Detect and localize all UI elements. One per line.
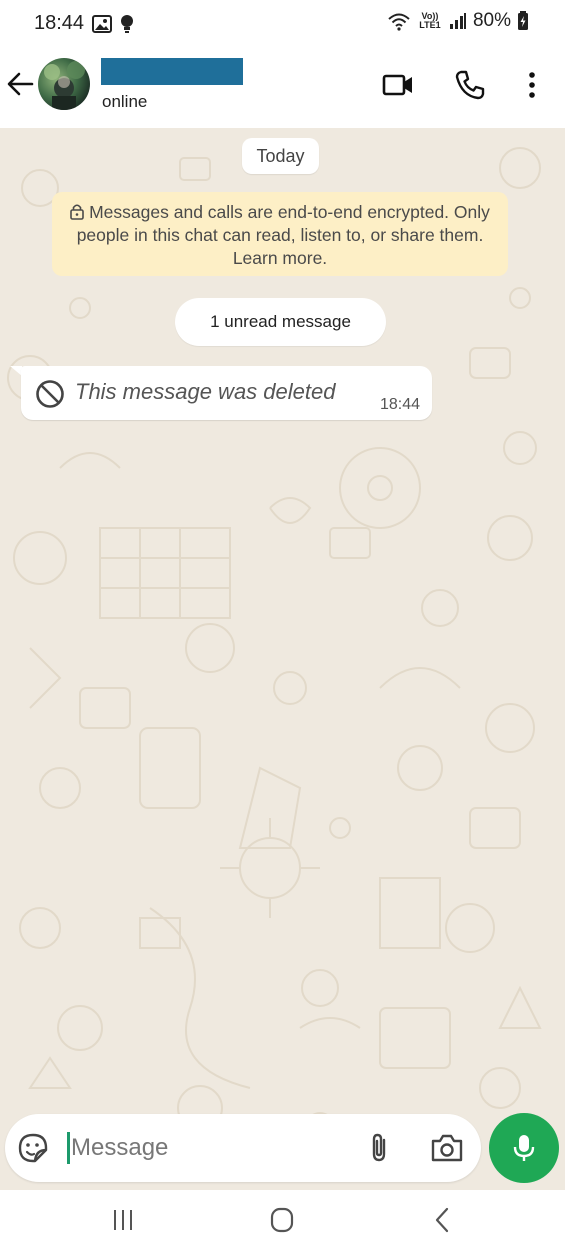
recent-apps-icon[interactable]: [103, 1204, 143, 1236]
message-bubble[interactable]: This message was deleted 18:44: [21, 366, 432, 420]
microphone-button[interactable]: [489, 1113, 559, 1183]
system-nav-bar: [0, 1190, 565, 1252]
avatar-photo: [44, 61, 85, 110]
camera-icon[interactable]: [429, 1131, 465, 1165]
contact-avatar[interactable]: [38, 58, 90, 110]
message-composer: [5, 1114, 481, 1182]
contact-name[interactable]: [101, 58, 243, 85]
status-time: 18:44: [34, 12, 85, 34]
unread-messages-chip: 1 unread message: [175, 298, 386, 346]
battery-percent: 80%: [472, 10, 511, 31]
gallery-notification-icon: [92, 15, 112, 33]
chat-header: online: [0, 48, 565, 128]
chat-wallpaper: [7, 147, 542, 1175]
message-time: 18:44: [379, 396, 420, 413]
date-chip: Today: [242, 138, 319, 174]
message-input[interactable]: [71, 1128, 351, 1168]
contact-status: online: [102, 92, 148, 111]
battery-charging-icon: [518, 11, 528, 30]
encryption-notice-text: Messages and calls are end-to-end encryp…: [76, 202, 490, 268]
sticker-icon[interactable]: [17, 1132, 49, 1164]
bulb-notification-icon: [121, 15, 133, 33]
microphone-icon: [513, 1135, 535, 1161]
video-call-icon[interactable]: [381, 68, 415, 102]
chat-area[interactable]: Today Messages and calls are end-to-end …: [0, 128, 565, 1190]
attach-icon[interactable]: [363, 1131, 397, 1165]
home-icon[interactable]: [262, 1204, 302, 1236]
more-options-icon[interactable]: [515, 68, 549, 102]
encryption-notice[interactable]: Messages and calls are end-to-end encryp…: [52, 192, 508, 276]
text-cursor: [67, 1132, 70, 1164]
back-arrow-icon[interactable]: [4, 68, 36, 100]
wifi-icon: [388, 13, 410, 31]
status-bar: 18:44 Vo)) LTE1 80%: [0, 0, 565, 48]
message-text: This message was deleted: [75, 379, 336, 404]
deleted-message-icon: [36, 380, 64, 408]
back-icon[interactable]: [423, 1204, 463, 1236]
network-label: Vo)) LTE1: [419, 11, 441, 30]
voice-call-icon[interactable]: [453, 68, 487, 102]
lock-icon: [70, 204, 84, 220]
signal-icon: [449, 13, 466, 29]
